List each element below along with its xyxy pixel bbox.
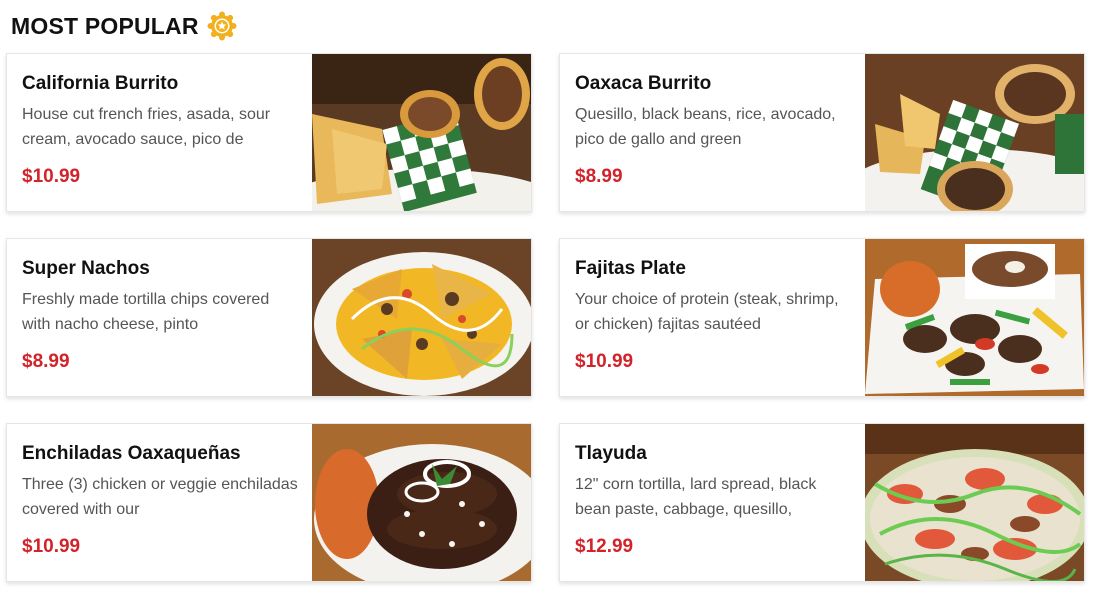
menu-item-card-fajitas-plate[interactable]: Fajitas Plate Your choice of protein (st… xyxy=(559,238,1085,397)
menu-item-card-enchiladas-oaxaquenas[interactable]: Enchiladas Oaxaqueñas Three (3) chicken … xyxy=(6,423,532,582)
item-description: Freshly made tortilla chips covered with… xyxy=(22,291,270,333)
menu-item-card-california-burrito[interactable]: California Burrito House cut french frie… xyxy=(6,53,532,212)
menu-item-card-tlayuda[interactable]: Tlayuda 12" corn tortilla, lard spread, … xyxy=(559,423,1085,582)
fajitas-plate-photo xyxy=(865,239,1084,396)
item-description: 12" corn tortilla, lard spread, black be… xyxy=(575,476,817,518)
item-price: $10.99 xyxy=(22,536,81,557)
item-name: Tlayuda xyxy=(575,443,647,464)
menu-item-card-oaxaca-burrito[interactable]: Oaxaca Burrito Quesillo, black beans, ri… xyxy=(559,53,1085,212)
menu-item-card-super-nachos[interactable]: Super Nachos Freshly made tortilla chips… xyxy=(6,238,532,397)
item-name: Oaxaca Burrito xyxy=(575,73,712,94)
item-description: House cut french fries, asada, sour crea… xyxy=(22,106,271,148)
tlayuda-photo xyxy=(865,424,1084,581)
item-description: Your choice of protein (steak, shrimp, o… xyxy=(575,291,839,333)
item-name: California Burrito xyxy=(22,73,179,94)
item-description: Quesillo, black beans, rice, avocado, pi… xyxy=(575,106,836,148)
item-price: $10.99 xyxy=(22,166,81,187)
item-name: Super Nachos xyxy=(22,258,150,279)
section-title: MOST POPULAR xyxy=(11,12,199,39)
item-description: Three (3) chicken or veggie enchiladas c… xyxy=(22,476,298,518)
item-name: Fajitas Plate xyxy=(575,258,686,279)
item-price: $12.99 xyxy=(575,536,634,557)
oaxaca-burrito-photo xyxy=(865,54,1084,211)
item-price: $10.99 xyxy=(575,351,634,372)
item-name: Enchiladas Oaxaqueñas xyxy=(22,443,241,464)
item-price: $8.99 xyxy=(22,351,70,372)
california-burrito-photo xyxy=(312,54,531,211)
section-header: MOST POPULAR xyxy=(11,10,237,42)
enchiladas-photo xyxy=(312,424,531,581)
item-price: $8.99 xyxy=(575,166,623,187)
super-nachos-photo xyxy=(312,239,531,396)
star-badge-icon xyxy=(207,11,237,41)
